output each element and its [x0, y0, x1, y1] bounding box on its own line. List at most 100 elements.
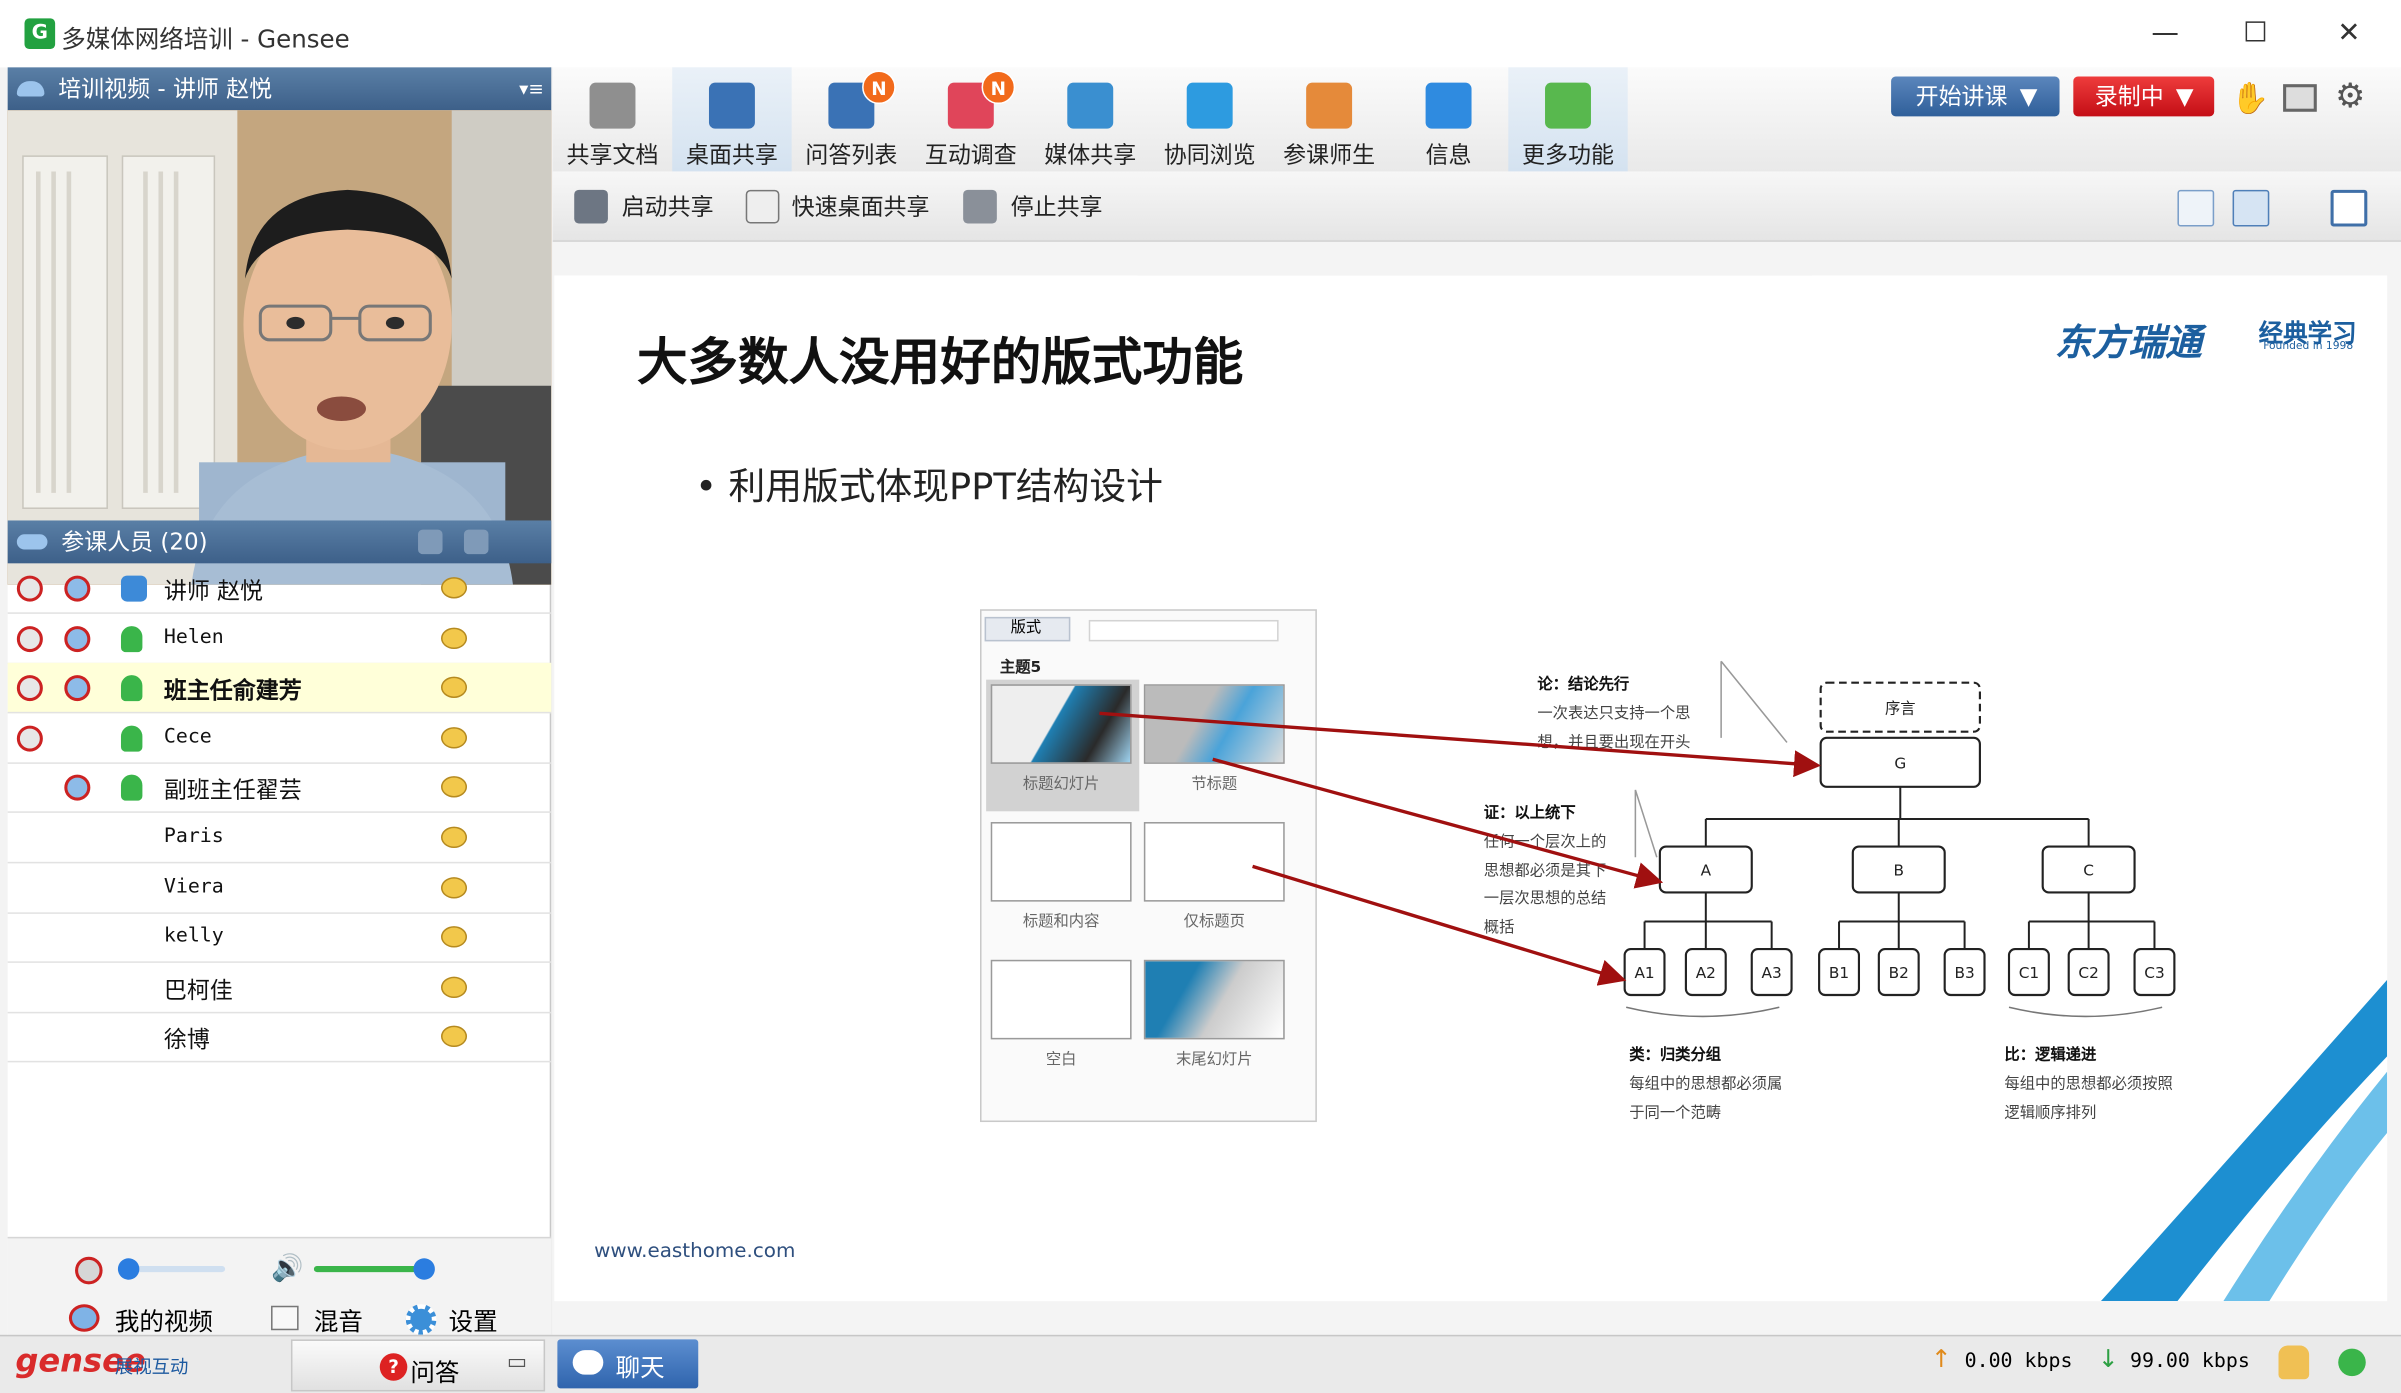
mix-icon: [271, 1305, 299, 1331]
camera-off-icon[interactable]: [64, 625, 91, 652]
participant-name: 班主任俞建芳: [163, 676, 302, 705]
toolbar-document-button[interactable]: 共享文档: [553, 67, 672, 171]
gear-icon[interactable]: ⚙: [2335, 78, 2365, 116]
chat-tab[interactable]: 聊天: [557, 1339, 699, 1389]
camera-icon: [16, 81, 45, 97]
participant-row[interactable]: 讲师 赵悦: [7, 563, 552, 614]
participant-row[interactable]: Paris: [7, 813, 552, 864]
speaker-icon[interactable]: 🔊: [271, 1254, 303, 1285]
gensee-app-icon: G: [24, 18, 56, 49]
instructor-video: [7, 110, 552, 585]
layout-mapping-arrows: [1099, 711, 1821, 986]
mic-off-icon[interactable]: [75, 1256, 103, 1285]
participant-name: Helen: [163, 625, 224, 649]
chat-icon[interactable]: [441, 776, 468, 799]
panel-menu-icon[interactable]: ▾≡: [519, 67, 544, 110]
participant-row[interactable]: Viera: [7, 863, 552, 914]
mapping-arrow: [1212, 757, 1664, 889]
chat-tab-label: 聊天: [615, 1353, 665, 1383]
camera-off-icon[interactable]: [64, 775, 91, 802]
start-share-button[interactable]: 启动共享: [571, 171, 739, 241]
toolbar-more-apps-button[interactable]: 更多功能: [1508, 67, 1628, 172]
camera-off-icon[interactable]: [64, 575, 91, 602]
layout-icon[interactable]: [2283, 84, 2317, 112]
mute-all-icon[interactable]: [463, 529, 489, 555]
chat-icon[interactable]: [441, 577, 468, 599]
toolbar-media-share-button[interactable]: 媒体共享: [1031, 67, 1150, 171]
connection-status-icon: [2338, 1348, 2366, 1377]
gear-icon: [405, 1304, 437, 1335]
video-panel-header: 培训视频 - 讲师 赵悦 ▾≡: [7, 67, 552, 111]
chat-icon[interactable]: [441, 1026, 468, 1048]
mic-volume-knob[interactable]: [117, 1258, 140, 1280]
speaker-volume-fill: [313, 1265, 425, 1273]
mapping-arrow: [1099, 711, 1821, 778]
maximize-button[interactable]: ☐: [2225, 12, 2286, 55]
chat-icon[interactable]: [441, 626, 468, 649]
download-rate: 99.00 kbps: [2129, 1350, 2250, 1374]
camera-off-icon[interactable]: [64, 675, 91, 702]
collapse-icon[interactable]: ▭: [507, 1350, 527, 1374]
participant-row[interactable]: kelly: [7, 913, 552, 964]
chat-icon[interactable]: [441, 876, 468, 898]
fit-screen-icon[interactable]: [2177, 189, 2215, 227]
mic-off-icon[interactable]: [16, 675, 43, 702]
notification-badge: N: [862, 70, 896, 105]
participant-name: Cece: [163, 725, 212, 749]
speaker-volume-knob[interactable]: [413, 1258, 435, 1280]
my-video-label: 我的视频: [114, 1307, 213, 1337]
participant-row[interactable]: 徐博: [7, 1012, 552, 1063]
toolbar-items: 共享文档 桌面共享 问答列表 N 互动调查 N 媒体共享 协同浏览 参课师生 信息 更多功能: [553, 67, 1656, 172]
chat-icon[interactable]: [441, 926, 468, 948]
chevron-down-icon: ▼: [2019, 82, 2038, 111]
toolbar-ie-browser-button[interactable]: 协同浏览: [1150, 67, 1269, 171]
stop-share-button[interactable]: 停止共享: [963, 171, 1131, 241]
user-icon: [120, 675, 143, 702]
participant-row[interactable]: 副班主任翟芸: [7, 763, 552, 814]
chat-icon[interactable]: [441, 976, 468, 998]
start-lecture-button[interactable]: 开始讲课 ▼: [1891, 76, 2060, 117]
qa-tab-label: 问答: [410, 1357, 460, 1387]
hand-icon[interactable]: ✋: [2231, 80, 2269, 117]
mix-label: 混音: [313, 1307, 363, 1337]
close-button[interactable]: ✕: [2318, 12, 2379, 55]
mic-off-icon[interactable]: [16, 625, 43, 652]
main-toolbar: 共享文档 桌面共享 问答列表 N 互动调查 N 媒体共享 协同浏览 参课师生 信息 更多功能 开始讲…: [552, 67, 2401, 172]
video-frame-image: [7, 110, 552, 585]
user-status-icon[interactable]: [2278, 1345, 2310, 1380]
mic-off-icon[interactable]: [16, 575, 43, 602]
chat-icon[interactable]: [441, 826, 468, 849]
toolbar-desktop-share-button[interactable]: 桌面共享: [672, 67, 792, 172]
qa-tab[interactable]: ? 问答 ▭: [290, 1339, 546, 1392]
raise-hand-icon[interactable]: [418, 529, 443, 555]
notification-badge: N: [981, 70, 1016, 105]
participants-header: 参课人员 (20): [7, 520, 552, 564]
toolbar-item-label: 参课师生: [1283, 140, 1376, 169]
minimize-button[interactable]: —: [2135, 12, 2196, 55]
recording-button[interactable]: 录制中 ▼: [2073, 76, 2215, 117]
brand-sub: 展视互动: [114, 1356, 189, 1378]
fullscreen-icon[interactable]: [2330, 189, 2368, 227]
toolbar-users-button[interactable]: 参课师生: [1269, 67, 1388, 171]
user-icon: [120, 775, 143, 802]
app-window: G 多媒体网络培训 - Gensee — ☐ ✕ 培训视频 - 讲师 赵悦 ▾≡: [0, 0, 2401, 1393]
toolbar-survey-chart-button[interactable]: 互动调查 N: [911, 67, 1030, 171]
speaker-volume-slider[interactable]: [313, 1258, 435, 1280]
mic-off-icon[interactable]: [16, 725, 43, 752]
toolbar-info-button[interactable]: 信息: [1389, 67, 1508, 171]
toolbar-item-label: 互动调查: [924, 140, 1017, 169]
download-arrow-icon: ↓: [2097, 1344, 2119, 1374]
participant-row[interactable]: Cece: [7, 713, 552, 764]
share-toolbar: 启动共享 快速桌面共享 停止共享: [552, 171, 2401, 242]
chat-icon[interactable]: [441, 676, 468, 699]
participant-row[interactable]: Helen: [7, 613, 552, 664]
actual-size-icon[interactable]: [2232, 189, 2270, 227]
toolbar-item-label: 信息: [1425, 140, 1472, 169]
chat-icon[interactable]: [441, 726, 468, 749]
toolbar-qa-list-button[interactable]: 问答列表 N: [792, 67, 911, 171]
mic-volume-slider[interactable]: [117, 1258, 226, 1280]
quick-share-button[interactable]: 快速桌面共享: [745, 171, 945, 241]
participant-row[interactable]: 巴柯佳: [7, 963, 552, 1014]
status-bar: gensee 展视互动 ? 问答 ▭ 聊天 ↑ 0.00 kbps ↓ 99.0…: [0, 1334, 2401, 1393]
participant-row[interactable]: 班主任俞建芳: [7, 663, 552, 714]
